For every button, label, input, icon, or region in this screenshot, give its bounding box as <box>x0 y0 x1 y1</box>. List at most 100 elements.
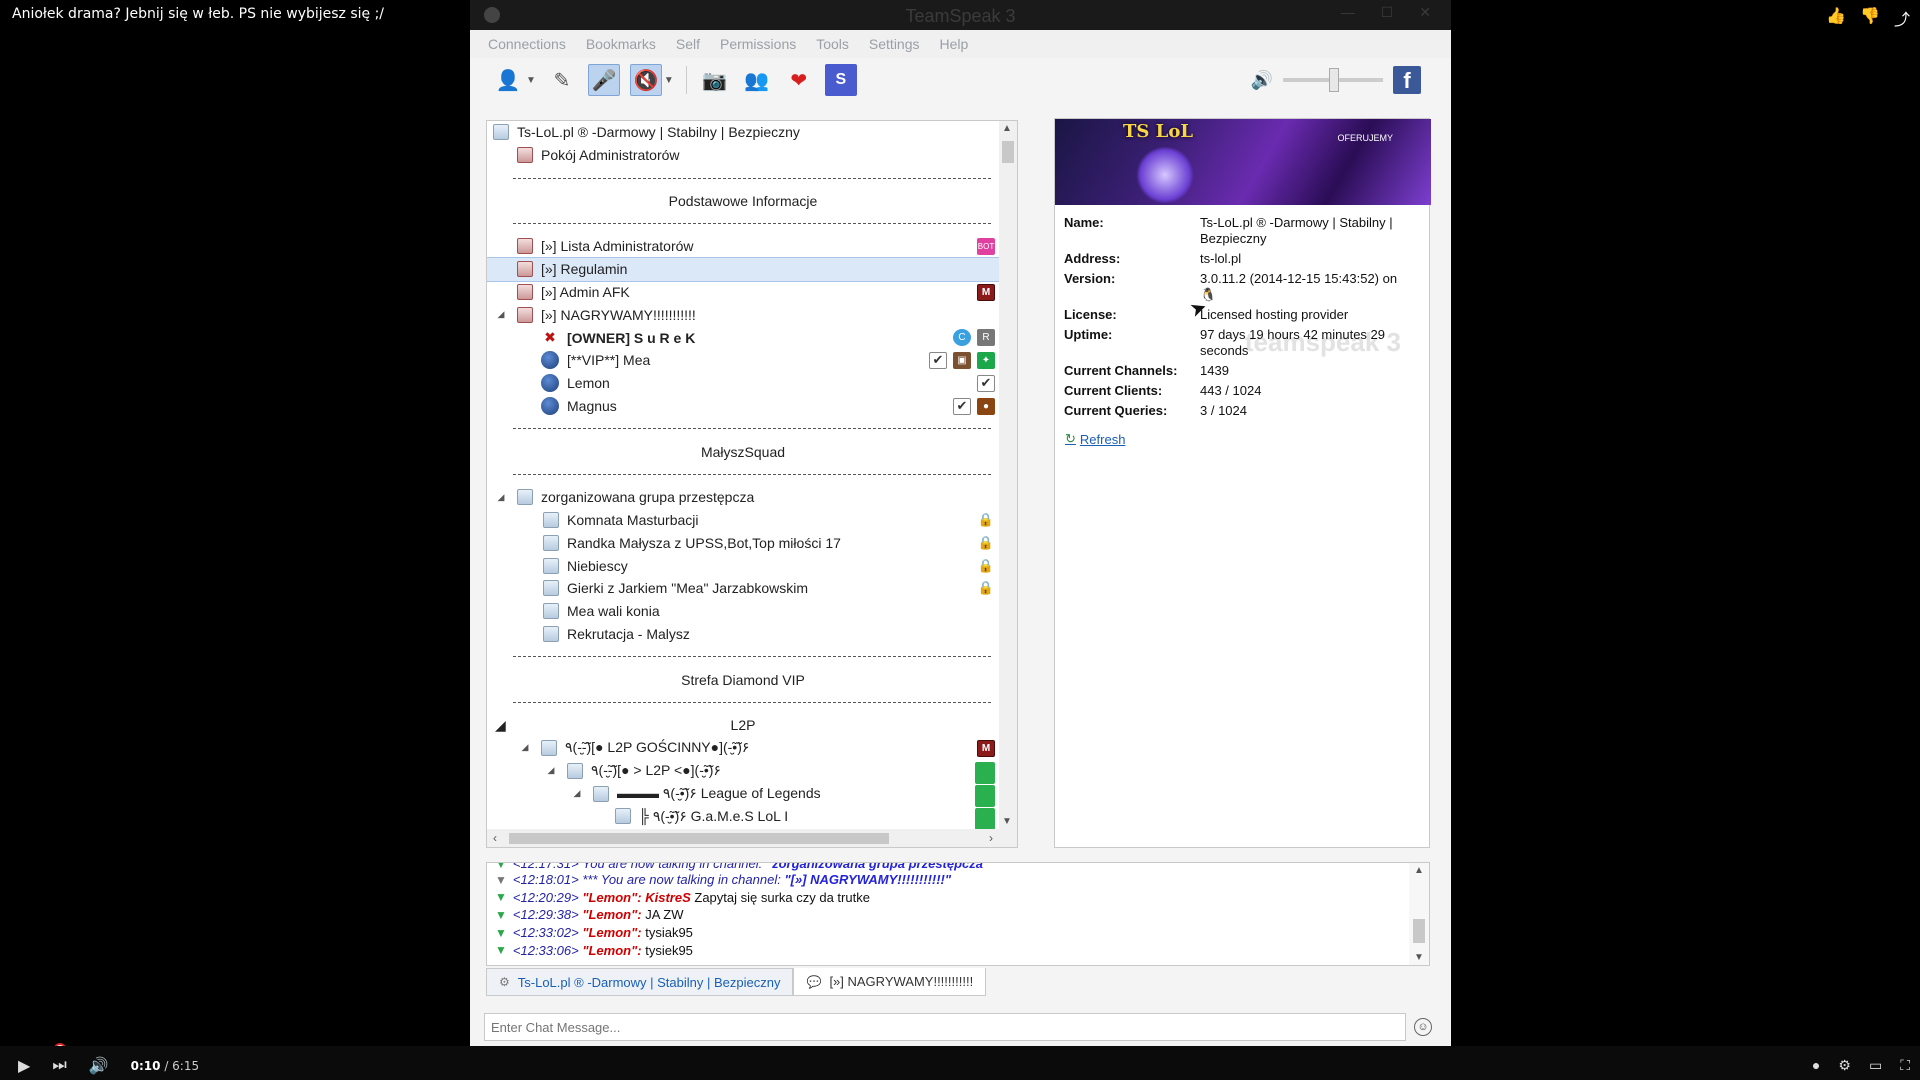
scroll-right-icon[interactable]: › <box>989 831 993 845</box>
share-icon[interactable]: ⤴ <box>1894 6 1910 30</box>
minimize-button[interactable]: — <box>1341 4 1355 21</box>
menu-self[interactable]: Self <box>676 36 700 52</box>
menu-connections[interactable]: Connections <box>488 36 566 52</box>
chat-tabs: ⚙ Ts-LoL.pl ® -Darmowy | Stabilny | Bezp… <box>486 968 987 996</box>
collapse-arrow-icon[interactable]: ◢ <box>495 492 507 503</box>
tab-channel-chat[interactable]: 💬 [»] NAGRYWAMY!!!!!!!!!!! <box>793 968 987 996</box>
collapse-arrow-icon[interactable]: ◢ <box>495 717 506 734</box>
vip-badge-icon: ▣ <box>953 351 971 369</box>
menu-bookmarks[interactable]: Bookmarks <box>586 36 656 52</box>
channel-sub-4[interactable]: Gierki z Jarkiem "Mea" Jarzabkowskim 🔒 <box>487 577 999 600</box>
server-row[interactable]: Ts-LoL.pl ® -Darmowy | Stabilny | Bezpie… <box>487 121 999 144</box>
fullscreen-icon[interactable]: ⛶ <box>1900 1057 1910 1074</box>
client-mea[interactable]: [**VIP**] Mea ✔ ▣ ✦ <box>487 349 999 372</box>
channel-sub-1[interactable]: Komnata Masturbacji 🔒 <box>487 509 999 532</box>
channel-recording[interactable]: ◢ [»] NAGRYWAMY!!!!!!!!!!! <box>487 303 999 326</box>
next-icon[interactable]: ⏭ <box>52 1057 66 1075</box>
channel-sub-2[interactable]: Randka Małysza z UPSS,Bot,Top miłości 17… <box>487 531 999 554</box>
channel-admin-afk[interactable]: [»] Admin AFK M <box>487 281 999 304</box>
chat-mention[interactable]: KistreS <box>645 890 691 905</box>
channel-admin-room[interactable]: Pokój Administratorów <box>487 144 999 167</box>
facebook-icon[interactable]: f <box>1393 66 1421 94</box>
channel-sub-3[interactable]: Niebiescy 🔒 <box>487 554 999 577</box>
mute-microphone-icon[interactable]: 🎤 <box>587 64 620 96</box>
connect-icon[interactable]: 👤 <box>492 64 524 96</box>
chat-scrollbar[interactable]: ▲ ▼ <box>1409 863 1429 965</box>
contacts-icon[interactable]: 👥 <box>741 64 773 96</box>
connect-dropdown-icon[interactable]: ▼ <box>526 75 536 86</box>
tab-server-chat[interactable]: ⚙ Ts-LoL.pl ® -Darmowy | Stabilny | Bezp… <box>486 968 794 996</box>
info-name: Name: Ts-LoL.pl ® -Darmowy | Stabilny | B… <box>1064 215 1424 247</box>
client-lemon[interactable]: Lemon ✔ <box>487 372 999 395</box>
annotations-icon[interactable]: ● <box>1812 1057 1820 1074</box>
chat-nick[interactable]: "Lemon": <box>582 890 641 905</box>
spacer-diamond-vip[interactable]: Strefa Diamond VIP <box>487 668 999 691</box>
chat-nick[interactable]: "Lemon": <box>582 943 641 958</box>
channel-label: ╠ ٩(-̮̮̃•̃)۶ G.a.M.e.S LoL I <box>639 807 789 824</box>
volume-slider[interactable] <box>1283 68 1383 92</box>
scroll-thumb[interactable] <box>1002 141 1014 163</box>
collapse-arrow-icon[interactable]: ◢ <box>495 309 507 320</box>
channel-icon <box>541 739 557 756</box>
settings-gear-icon[interactable]: ⚙ <box>1838 1057 1851 1074</box>
maximize-button[interactable]: ☐ <box>1381 4 1394 21</box>
spacer-podstawowe[interactable]: Podstawowe Informacje <box>487 189 999 212</box>
mute-speakers-icon[interactable]: 🔇 <box>629 64 662 96</box>
tree-vertical-scrollbar[interactable]: ▲ ▼ <box>999 121 1017 829</box>
theater-mode-icon[interactable]: ▭ <box>1869 1057 1882 1074</box>
channel-group[interactable]: ◢ zorganizowana grupa przestępcza <box>487 486 999 509</box>
volume-icon[interactable]: 🔊 <box>89 1056 109 1076</box>
chat-nick[interactable]: "Lemon": <box>582 907 641 922</box>
scroll-up-icon[interactable]: ▲ <box>1002 123 1012 134</box>
scroll-thumb[interactable] <box>1413 919 1425 943</box>
channel-l2p-guest[interactable]: ◢ ٩(-̮̮̃-̃)[● L2P GOŚCINNY●](-̮̮̃•̃)۶ M <box>487 737 999 760</box>
away-icon[interactable]: ✎ <box>546 64 578 96</box>
tree-horizontal-scrollbar[interactable]: ‹ › <box>487 829 1017 847</box>
scroll-down-icon[interactable]: ▼ <box>1002 816 1012 827</box>
server-banner[interactable]: TS LoL OFERUJEMY <box>1055 119 1431 205</box>
screenshot-icon[interactable]: 📷 <box>699 64 731 96</box>
menu-permissions[interactable]: Permissions <box>720 36 796 52</box>
channel-games-lol[interactable]: ╠ ٩(-̮̮̃•̃)۶ G.a.M.e.S LoL I <box>487 805 999 829</box>
verified-badge-icon: ✔ <box>953 397 971 415</box>
chat-message-input[interactable] <box>484 1013 1406 1041</box>
volume-slider-thumb[interactable] <box>1329 68 1339 92</box>
client-magnus[interactable]: Magnus ✔ ● <box>487 395 999 418</box>
chat-nick[interactable]: "Lemon": <box>582 925 641 940</box>
play-icon[interactable]: ▶ <box>18 1056 30 1076</box>
like-icon[interactable]: 👍 <box>1826 6 1846 30</box>
heart-icon[interactable]: ❤ <box>783 64 815 96</box>
volume-icon: 🔊 <box>1250 69 1273 90</box>
menu-settings[interactable]: Settings <box>869 36 920 52</box>
scroll-left-icon[interactable]: ‹ <box>493 831 497 845</box>
window-title: TeamSpeak 3 <box>905 6 1016 26</box>
collapse-arrow-icon[interactable]: ◢ <box>519 742 531 753</box>
menu-help[interactable]: Help <box>940 36 969 52</box>
collapse-arrow-icon[interactable]: ◢ <box>545 765 557 776</box>
green-badge-icon: ✦ <box>977 351 995 369</box>
channel-admins-list[interactable]: [»] Lista Administratorów BOT <box>487 235 999 258</box>
collapse-arrow-icon[interactable]: ◢ <box>571 788 583 799</box>
close-button[interactable]: ✕ <box>1419 4 1431 21</box>
scroll-thumb[interactable] <box>509 833 889 844</box>
channel-sub-6[interactable]: Rekrutacja - Malysz <box>487 623 999 646</box>
scroll-up-icon[interactable]: ▲ <box>1414 865 1424 876</box>
spacer-l2p[interactable]: ◢ L2P <box>487 714 999 737</box>
channel-rules[interactable]: [»] Regulamin <box>487 256 999 282</box>
speakers-dropdown-icon[interactable]: ▼ <box>664 75 674 86</box>
menu-tools[interactable]: Tools <box>816 36 849 52</box>
info-key: Current Channels: <box>1064 363 1178 378</box>
channel-l2p[interactable]: ◢ ٩(-̮̮̃-̃)[● > L2P <●](-̮̮̃•̃)۶ <box>487 759 999 785</box>
video-time: 0:10 / 6:15 <box>130 1059 200 1073</box>
dislike-icon[interactable]: 👎 <box>1860 6 1880 30</box>
scroll-down-icon[interactable]: ▼ <box>1414 952 1424 963</box>
channel-sub-5[interactable]: Mea wali konia <box>487 600 999 623</box>
client-owner[interactable]: ✖ [OWNER] S u R e K C R <box>487 326 999 349</box>
skype-icon[interactable]: S <box>824 64 857 96</box>
refresh-link[interactable]: ↻ Refresh <box>1065 431 1125 447</box>
chat-time: <12:33:02> <box>512 925 579 941</box>
talk-icon: ▼ <box>495 890 507 905</box>
emoticon-icon[interactable]: ☺ <box>1414 1018 1432 1036</box>
spacer-malyszsquad[interactable]: MałyszSquad <box>487 440 999 463</box>
channel-lol[interactable]: ◢ ▬▬▬ ٩(-̮̮̃•̃)۶ League of Legends <box>487 782 999 808</box>
